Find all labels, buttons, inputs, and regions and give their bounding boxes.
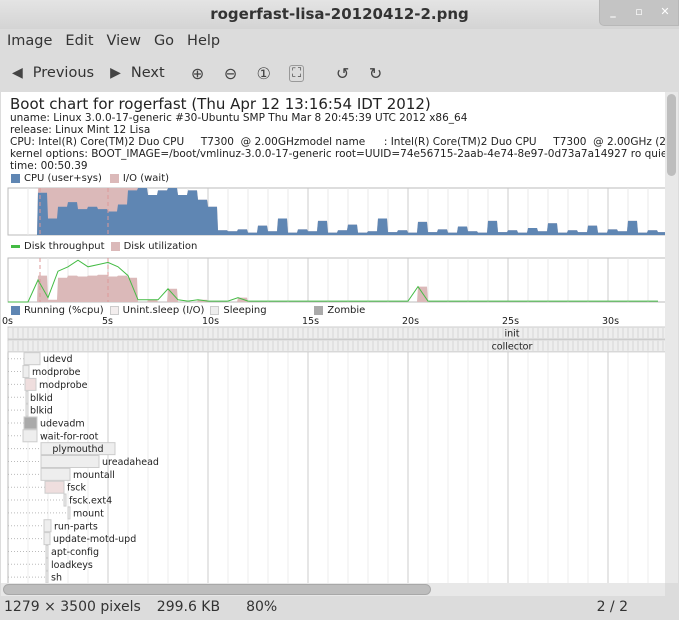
rotate-right-icon: ↻ bbox=[368, 63, 383, 83]
process-bar bbox=[22, 365, 30, 379]
process-bar bbox=[43, 532, 51, 546]
rotate-left-icon: ↺ bbox=[335, 63, 350, 83]
time-tick-label: 25s bbox=[502, 316, 519, 327]
process-label: update-motd-upd bbox=[53, 534, 136, 545]
time-tick-label: 5s bbox=[102, 316, 113, 327]
process-bar bbox=[63, 493, 67, 507]
time-tick-label: 20s bbox=[402, 316, 419, 327]
next-button[interactable]: ▶ Next bbox=[110, 58, 165, 88]
process-label: udevadm bbox=[40, 418, 85, 429]
process-label: blkid bbox=[30, 406, 53, 417]
process-label: ureadahead bbox=[102, 457, 159, 468]
zoom-out-icon: ⊖ bbox=[223, 63, 238, 83]
process-bar bbox=[25, 390, 29, 404]
title-bar: rogerfast-lisa-20120412-2.png _ ▫ ✕ bbox=[0, 0, 679, 29]
process-bar bbox=[7, 339, 665, 353]
process-label: fsck bbox=[67, 483, 87, 494]
close-button[interactable]: ✕ bbox=[652, 0, 678, 25]
image-position: 2 / 2 bbox=[596, 599, 628, 615]
process-bar bbox=[25, 403, 29, 417]
zoom-in-icon: ⊕ bbox=[190, 63, 205, 83]
vertical-scrollbar[interactable] bbox=[665, 92, 678, 583]
process-label: loadkeys bbox=[51, 560, 93, 571]
horizontal-scrollbar[interactable] bbox=[1, 583, 665, 596]
process-bar bbox=[43, 519, 52, 533]
process-bar bbox=[23, 352, 41, 366]
image-view[interactable]: Boot chart for rogerfast (Thu Apr 12 13:… bbox=[1, 92, 665, 583]
horizontal-scroll-thumb[interactable] bbox=[3, 584, 431, 595]
process-bar bbox=[40, 467, 71, 481]
time-tick-label: 10s bbox=[202, 316, 219, 327]
menu-bar: Image Edit View Go Help bbox=[0, 29, 679, 55]
process-bar bbox=[45, 570, 49, 583]
process-bar bbox=[44, 480, 65, 494]
process-bar bbox=[7, 326, 665, 340]
next-label: Next bbox=[130, 65, 165, 81]
process-label: udevd bbox=[43, 354, 73, 365]
image-dimensions: 1279 × 3500 pixels bbox=[4, 599, 141, 615]
time-tick-label: 30s bbox=[602, 316, 619, 327]
process-bar bbox=[23, 416, 38, 430]
process-bar bbox=[45, 544, 49, 558]
zoom-normal-icon: ① bbox=[256, 63, 271, 83]
process-label: blkid bbox=[30, 393, 53, 404]
process-label: mount bbox=[73, 508, 104, 519]
process-bar bbox=[24, 377, 37, 391]
process-label: modprobe bbox=[32, 367, 81, 378]
minimize-button[interactable]: _ bbox=[600, 0, 626, 25]
menu-help[interactable]: Help bbox=[187, 29, 220, 55]
process-label: run-parts bbox=[54, 521, 98, 532]
menu-edit[interactable]: Edit bbox=[65, 29, 93, 55]
arrow-left-icon: ◀ bbox=[12, 65, 23, 81]
process-label: init bbox=[504, 329, 519, 340]
process-label: modprobe bbox=[39, 380, 88, 391]
vertical-scroll-thumb[interactable] bbox=[667, 94, 676, 176]
time-tick-label: 0s bbox=[2, 316, 13, 327]
process-label: mountall bbox=[73, 470, 115, 481]
bootchart-graphics: 0s 5s 10s 15s 20s 25s 30s initcollector udevd mod… bbox=[2, 187, 665, 583]
menu-image[interactable]: Image bbox=[7, 29, 52, 55]
time-tick-label: 15s bbox=[302, 316, 319, 327]
toolbar: ◀ Previous ▶ Next ⊕ ⊖ ① ⛶ ↺ ↻ bbox=[0, 56, 679, 90]
best-fit-button[interactable]: ⛶ bbox=[286, 62, 308, 84]
process-label: apt-config bbox=[51, 547, 99, 558]
process-label: plymouthd bbox=[52, 444, 103, 455]
process-label: fsck.ext4 bbox=[69, 496, 112, 507]
process-label: sh bbox=[51, 573, 62, 583]
process-bar bbox=[45, 557, 49, 571]
process-bar bbox=[40, 455, 100, 468]
arrow-right-icon: ▶ bbox=[110, 65, 121, 81]
status-bar: 1279 × 3500 pixels 299.6 KB 80% 2 / 2 bbox=[0, 597, 679, 620]
window-controls: _ ▫ ✕ bbox=[599, 0, 679, 26]
process-label: wait-for-root bbox=[40, 431, 99, 442]
process-bar bbox=[67, 506, 71, 520]
file-size: 299.6 KB bbox=[156, 599, 221, 615]
rotate-right-button[interactable]: ↻ bbox=[365, 62, 387, 84]
menu-go[interactable]: Go bbox=[154, 29, 174, 55]
previous-button[interactable]: ◀ Previous bbox=[12, 58, 94, 88]
process-label: collector bbox=[492, 341, 533, 352]
menu-view[interactable]: View bbox=[107, 29, 141, 55]
maximize-button[interactable]: ▫ bbox=[626, 0, 652, 25]
window-title: rogerfast-lisa-20120412-2.png bbox=[210, 5, 469, 23]
zoom-level: 80% bbox=[246, 599, 278, 615]
fit-icon: ⛶ bbox=[289, 64, 305, 82]
process-bar bbox=[22, 429, 38, 443]
zoom-out-button[interactable]: ⊖ bbox=[220, 62, 242, 84]
previous-label: Previous bbox=[32, 65, 95, 81]
rotate-left-button[interactable]: ↺ bbox=[332, 62, 354, 84]
zoom-in-button[interactable]: ⊕ bbox=[187, 62, 209, 84]
zoom-normal-button[interactable]: ① bbox=[253, 62, 275, 84]
